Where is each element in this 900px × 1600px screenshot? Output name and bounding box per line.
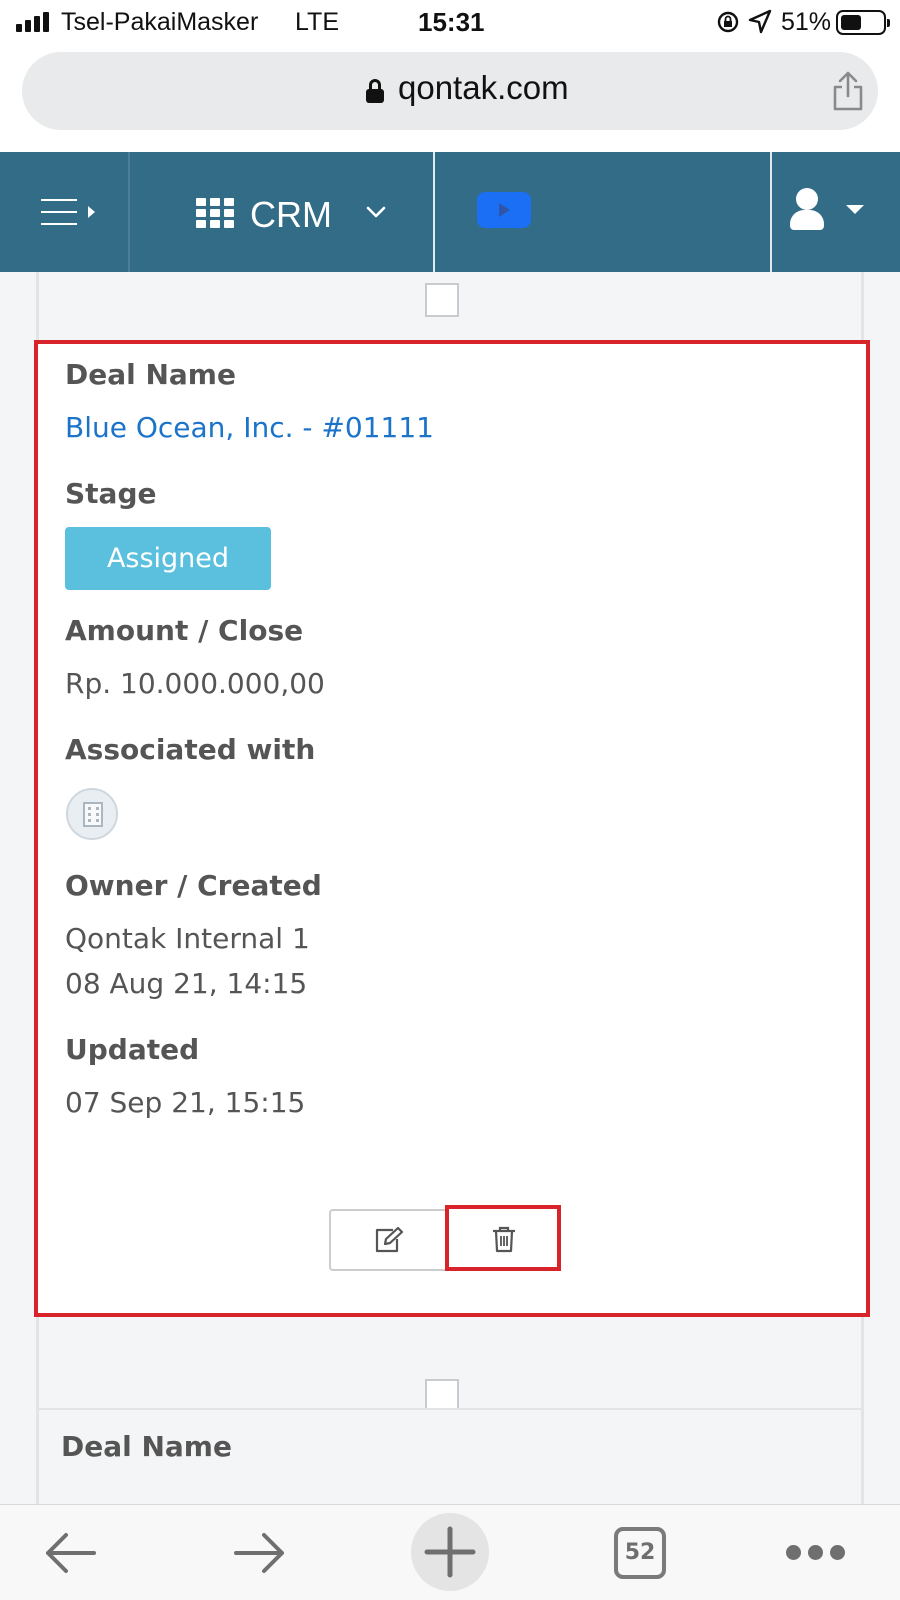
- hamburger-menu-icon[interactable]: [36, 192, 100, 232]
- module-label: CRM: [250, 194, 332, 235]
- associated-label: Associated with: [65, 733, 316, 766]
- battery-icon: [836, 10, 890, 35]
- deal-name-link[interactable]: Blue Ocean, Inc. - #01111: [65, 411, 434, 444]
- app-navbar: CRM: [0, 152, 900, 272]
- deal-actions: [329, 1205, 561, 1271]
- rotation-lock-icon: [717, 11, 739, 33]
- carrier-name: Tsel-PakaiMasker: [61, 8, 259, 36]
- nav-divider: [128, 152, 130, 272]
- trash-icon: [493, 1226, 515, 1253]
- deal-card: Deal Name: [39, 1408, 861, 1504]
- browser-toolbar: 52: [0, 1504, 900, 1600]
- caret-down-icon: [846, 205, 864, 214]
- row-select-checkbox[interactable]: [425, 283, 459, 317]
- delete-button[interactable]: [445, 1205, 561, 1271]
- module-switcher[interactable]: CRM: [196, 182, 396, 242]
- location-arrow-icon: [748, 9, 772, 34]
- apps-grid-icon: [196, 198, 234, 228]
- owner-created-label: Owner / Created: [65, 869, 322, 902]
- user-icon: [796, 188, 818, 210]
- deal-name-label: Deal Name: [61, 1430, 232, 1463]
- tabs-icon[interactable]: 52: [614, 1527, 666, 1579]
- new-tab-button[interactable]: [411, 1513, 489, 1591]
- status-time: 15:31: [418, 7, 485, 37]
- nav-divider: [770, 152, 772, 272]
- deal-list: Deal Name Blue Ocean, Inc. - #01111 Stag…: [0, 272, 900, 1504]
- chevron-down-icon: [366, 206, 386, 218]
- deal-card: Deal Name Blue Ocean, Inc. - #01111 Stag…: [34, 340, 870, 1317]
- created-value: 08 Aug 21, 14:15: [65, 967, 308, 1000]
- back-arrow-icon[interactable]: [42, 1531, 98, 1575]
- nav-divider: [433, 152, 435, 272]
- padlock-icon: [366, 79, 384, 103]
- user-menu[interactable]: [790, 188, 880, 238]
- signal-icon: [16, 12, 49, 32]
- edit-button[interactable]: [329, 1209, 447, 1271]
- more-icon[interactable]: [786, 1545, 846, 1561]
- updated-value: 07 Sep 21, 15:15: [65, 1086, 306, 1119]
- battery-percent: 51%: [781, 8, 832, 36]
- forward-arrow-icon[interactable]: [232, 1531, 288, 1575]
- share-icon[interactable]: [830, 70, 866, 112]
- amount-value: Rp. 10.000.000,00: [65, 667, 325, 700]
- plus-icon: [424, 1526, 476, 1578]
- address-domain[interactable]: qontak.com: [398, 69, 569, 107]
- video-play-icon[interactable]: [477, 192, 531, 228]
- owner-value: Qontak Internal 1: [65, 922, 310, 955]
- stage-label: Stage: [65, 477, 157, 510]
- updated-label: Updated: [65, 1033, 200, 1066]
- status-bar: Tsel-PakaiMasker LTE 15:31 51%: [0, 0, 900, 46]
- building-icon[interactable]: [66, 788, 118, 840]
- amount-label: Amount / Close: [65, 614, 304, 647]
- edit-icon: [375, 1226, 404, 1253]
- browser-address-area: qontak.com: [0, 46, 900, 152]
- stage-badge: Assigned: [65, 527, 271, 590]
- deal-name-label: Deal Name: [65, 358, 236, 391]
- network-type: LTE: [295, 8, 339, 36]
- address-bar[interactable]: qontak.com: [22, 52, 878, 130]
